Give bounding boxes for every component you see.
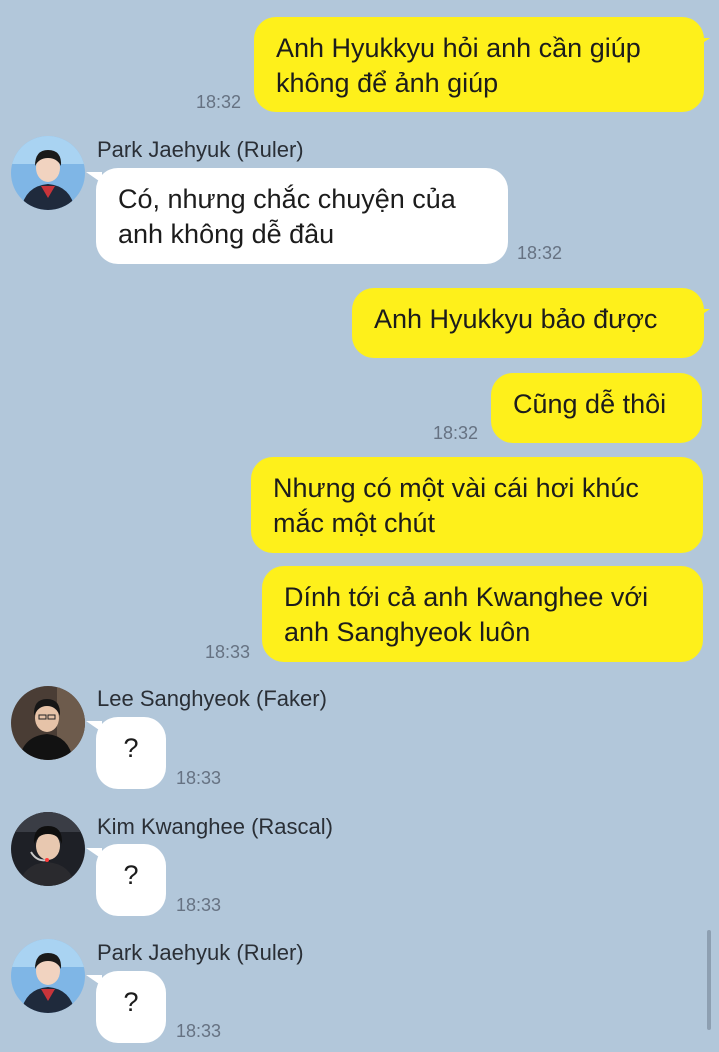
outgoing-message[interactable]: Cũng dễ thôi [491, 373, 702, 443]
message-time: 18:33 [176, 895, 222, 915]
sender-name: Kim Kwanghee (Rascal) [97, 814, 333, 839]
message-time: 18:32 [433, 423, 479, 443]
outgoing-message[interactable]: Anh Hyukkyu bảo được [352, 288, 704, 358]
outgoing-message[interactable]: Anh Hyukkyu hỏi anh cần giúp không để ản… [254, 17, 704, 112]
message-time: 18:33 [176, 768, 222, 788]
message-time: 18:33 [176, 1021, 222, 1041]
avatar-image [11, 939, 85, 1013]
avatar-faker[interactable] [11, 686, 85, 760]
message-time: 18:32 [517, 243, 563, 263]
chat-area[interactable]: Anh Hyukkyu hỏi anh cần giúp không để ản… [0, 0, 719, 1052]
avatar-ruler[interactable] [11, 136, 85, 210]
sender-name: Park Jaehyuk (Ruler) [97, 940, 304, 965]
sender-name: Park Jaehyuk (Ruler) [97, 137, 304, 162]
outgoing-message[interactable]: Dính tới cả anh Kwanghee với anh Sanghye… [262, 566, 703, 662]
avatar-image [11, 136, 85, 210]
avatar-ruler[interactable] [11, 939, 85, 1013]
incoming-message[interactable]: ? [96, 844, 166, 916]
sender-name: Lee Sanghyeok (Faker) [97, 686, 327, 711]
avatar-image [11, 686, 85, 760]
bubble-tail [694, 309, 710, 320]
scrollbar[interactable] [707, 930, 711, 1030]
incoming-message[interactable]: ? [96, 717, 166, 789]
avatar-image [11, 812, 85, 886]
outgoing-message[interactable]: Nhưng có một vài cái hơi khúc mắc một ch… [251, 457, 703, 553]
message-time: 18:32 [196, 92, 242, 112]
incoming-message[interactable]: Có, nhưng chắc chuyện của anh không dễ đ… [96, 168, 508, 264]
avatar-rascal[interactable] [11, 812, 85, 886]
incoming-message[interactable]: ? [96, 971, 166, 1043]
bubble-tail [694, 38, 710, 49]
message-time: 18:33 [205, 642, 251, 662]
